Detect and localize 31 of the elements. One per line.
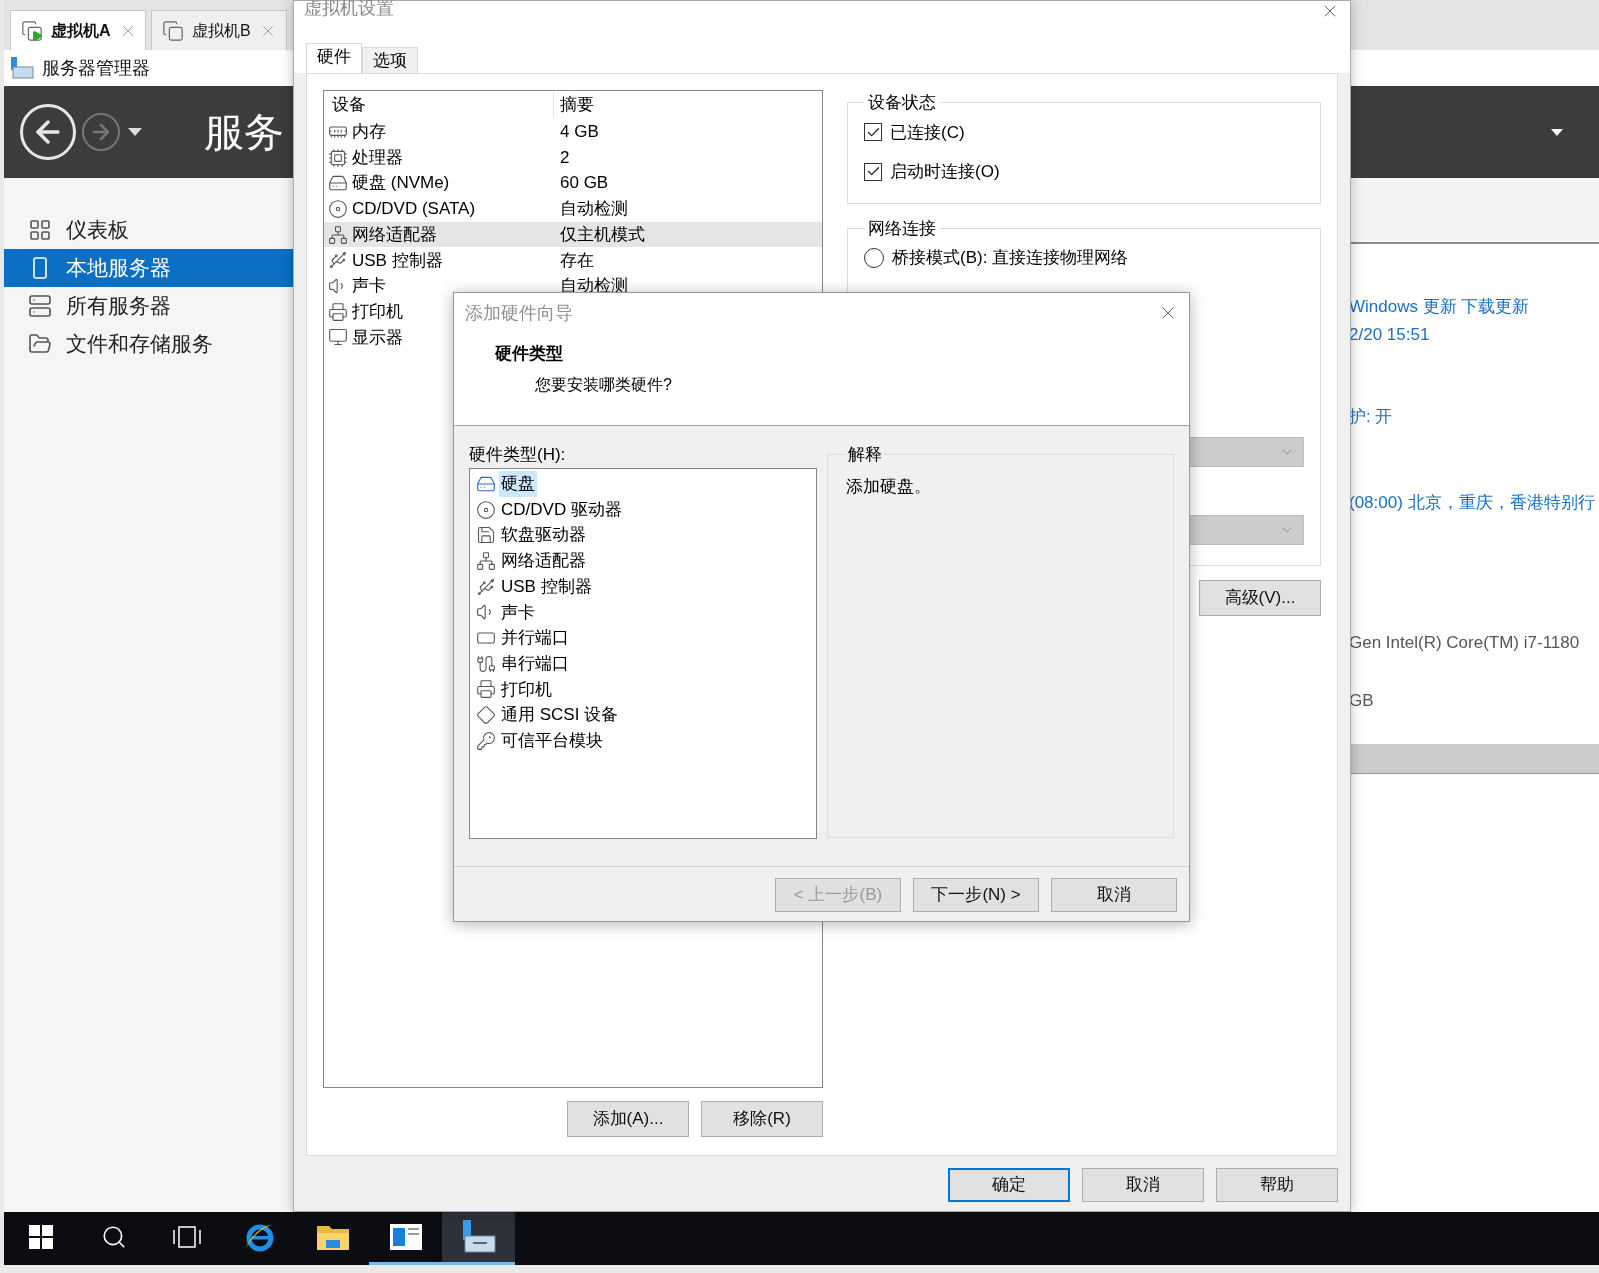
device-summary: 自动检测 xyxy=(559,275,628,298)
device-name: 网络适配器 xyxy=(352,223,437,246)
device-name: 显示器 xyxy=(352,326,403,349)
device-summary: 自动检测 xyxy=(559,198,628,221)
tab-label: 虚拟机A xyxy=(51,20,111,41)
group-title: 解释 xyxy=(846,444,883,466)
device-summary: 仅主机模式 xyxy=(559,223,645,246)
page-title: 服务 xyxy=(204,109,284,156)
checkbox-label: 已连接(C) xyxy=(890,121,965,144)
device-name: 处理器 xyxy=(352,146,403,169)
dialog-title: 添加硬件向导 xyxy=(465,301,573,325)
wizard-subheading: 您要安装哪类硬件? xyxy=(534,374,673,395)
app-title: 服务器管理器 xyxy=(42,56,150,80)
explanation-text: 添加硬盘。 xyxy=(845,476,931,496)
wizard-heading: 硬件类型 xyxy=(494,342,564,365)
device-name: 硬盘 (NVMe) xyxy=(352,172,450,195)
tab-label: 虚拟机B xyxy=(192,20,251,41)
device-summary: 4 GB xyxy=(559,121,599,144)
device-summary: 60 GB xyxy=(559,172,609,195)
list-label: 硬件类型(H): xyxy=(469,444,567,466)
device-name: CD/DVD (SATA) xyxy=(352,198,476,221)
device-summary: 2 xyxy=(559,146,570,169)
device-name: 内存 xyxy=(352,121,386,144)
device-name: 打印机 xyxy=(352,300,403,323)
device-name: USB 控制器 xyxy=(352,249,443,272)
group-title: 设备状态 xyxy=(867,92,937,114)
group-title: 网络连接 xyxy=(867,217,937,240)
checkbox-label: 启动时连接(O) xyxy=(890,161,1000,183)
radio-label: 桥接模式(B): 直接连接物理网络 xyxy=(892,247,1129,269)
device-name: 声卡 xyxy=(352,275,386,298)
device-summary: 存在 xyxy=(559,249,594,272)
